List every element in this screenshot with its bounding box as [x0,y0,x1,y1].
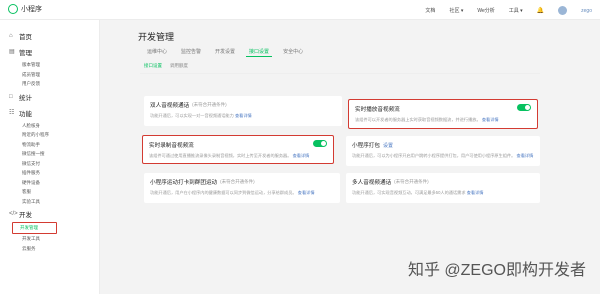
nav-docs[interactable]: 文档 [425,7,435,14]
sidebar-section-dev[interactable]: </> 开发 [0,206,99,222]
sidebar-item-lab[interactable]: 实验工具 [0,197,99,207]
nav-analytics[interactable]: We分析 [477,7,494,14]
card-desc: 功能开通后，可以为小程序开启用户跳转小程序提供打包，用户可使用小程序原生组件。 [352,153,516,158]
folder-icon: ▤ [9,49,15,55]
code-icon: </> [9,211,18,217]
tab-ops[interactable]: 运维中心 [144,48,170,57]
sidebar-item-members[interactable]: 成员管理 [0,70,99,80]
top-nav: 文档 社区 ▾ We分析 工具 ▾ 🔔 zego [425,6,592,15]
subtab-quota[interactable]: 调用额度 [170,63,188,69]
sidebar-section-manage[interactable]: ▤ 管理 [0,44,99,60]
sidebar: ⌂ 首页 ▤ 管理 版本管理 成员管理 用户反馈 □ 统计 ☷ 功能 人脸核身 … [0,20,100,294]
card-desc: 功能开通后，可以实现一对一音视频通话能力 [150,113,234,118]
top-bar: 小程序 文档 社区 ▾ We分析 工具 ▾ 🔔 zego [0,0,600,20]
sidebar-item-cloud[interactable]: 云服务 [0,244,99,254]
tab-api-settings[interactable]: 接口设置 [246,48,273,57]
grid-icon: ☷ [9,109,15,116]
card-live-play: 实时播放音视频流 该组件可以开发者的服务器上实时获取音视频数据流，并进行播放。 … [348,99,538,129]
card-note: (未符合开通条件) [192,102,227,107]
live-play-toggle[interactable] [517,104,531,111]
card-title: 实时播放音视频流 [355,107,400,113]
card-desc: 功能开通后，用户在小程序内的健康数据可以同步到微信运动，分享给群成员。 [150,190,297,195]
sidebar-section-home[interactable]: ⌂ 首页 [0,28,99,44]
sidebar-item-dev-tools[interactable]: 开发工具 [0,234,99,244]
sidebar-item-dev-manage[interactable]: 开发管理 [12,222,57,234]
main-content: 开发管理 运维中心 监控告警 开发设置 接口设置 安全中心 接口设置 调用额度 … [100,20,600,294]
card-desc: 该组件可通过使用直播推流录像头录制音视频，实时上传至开发者的服务器。 [149,153,292,158]
settings-link[interactable]: 设置 [383,142,393,149]
chart-icon: □ [9,93,13,100]
home-icon: ⌂ [9,33,13,39]
sidebar-item-face[interactable]: 人脸核身 [0,121,99,131]
sidebar-section-features[interactable]: ☷ 功能 [0,105,99,121]
card-dual-call: 双人音视频通话 (未符合开通条件) 功能开通后，可以实现一对一音视频通话能力 查看… [144,96,342,126]
subtab-api[interactable]: 接口设置 [144,63,162,69]
card-note: (未符合开通条件) [394,179,429,184]
card-desc: 功能开通后，可实现音视频互动，可满足最多50人的通话需求 [352,190,466,195]
nav-community[interactable]: 社区 ▾ [449,7,463,14]
details-link[interactable]: 查看详情 [482,117,499,122]
sidebar-item-pay[interactable]: 微信支付 [0,159,99,169]
card-title: 多人音视频通话 [352,180,392,186]
username[interactable]: zego [581,8,592,14]
sidebar-section-stats[interactable]: □ 统计 [0,89,99,105]
subtab-bar: 接口设置 调用额度 [140,59,540,74]
card-note: (未符合开通条件) [220,179,255,184]
sidebar-item-hardware[interactable]: 硬件设备 [0,178,99,188]
app-name: 小程序 [21,6,42,13]
card-desc: 该组件可以开发者的服务器上实时获取音视频数据流，并进行播放。 [355,117,481,122]
sidebar-item-service[interactable]: 客服 [0,187,99,197]
sidebar-item-version[interactable]: 版本管理 [0,60,99,70]
card-package: 小程序打包 设置 功能开通后，可以为小程序开启用户跳转小程序提供打包，用户可使用小… [346,136,540,166]
live-record-toggle[interactable] [313,140,327,147]
card-title: 小程序打包 [352,143,380,149]
details-link[interactable]: 查看详情 [293,153,310,158]
details-link[interactable]: 查看详情 [517,153,534,158]
sidebar-item-search[interactable]: 微信搜一搜 [0,149,99,159]
app-logo[interactable]: 小程序 [8,4,42,14]
sidebar-item-logistics[interactable]: 物流助手 [0,140,99,150]
card-title: 双人音视频通话 [150,103,190,109]
tab-security[interactable]: 安全中心 [280,48,306,57]
card-live-record: 实时录制音视频流 该组件可通过使用直播推流录像头录制音视频，实时上传至开发者的服… [142,135,334,164]
sidebar-item-feedback[interactable]: 用户反馈 [0,79,99,89]
card-sport: 小程序运动打卡到群团运动 (未符合开通条件) 功能开通后，用户在小程序内的健康数据… [144,173,340,203]
mini-program-logo-icon [8,4,18,14]
tab-dev-settings[interactable]: 开发设置 [212,48,238,57]
sidebar-item-plugins[interactable]: 插件服务 [0,168,99,178]
details-link[interactable]: 查看详情 [467,190,484,195]
tab-monitor[interactable]: 监控告警 [178,48,204,57]
card-title: 小程序运动打卡到群团运动 [150,180,218,186]
card-title: 实时录制音视频流 [149,143,194,149]
details-link[interactable]: 查看详情 [298,190,315,195]
bell-icon[interactable]: 🔔 [537,7,544,14]
watermark: 知乎 @ZEGO即构开发者 [407,262,586,279]
page-title: 开发管理 [138,32,175,42]
details-link[interactable]: 查看详情 [235,113,252,118]
avatar[interactable] [558,6,568,15]
sidebar-item-nearby[interactable]: 附近的小程序 [0,130,99,140]
nav-tools[interactable]: 工具 ▾ [509,7,523,14]
card-multi-call: 多人音视频通话 (未符合开通条件) 功能开通后，可实现音视频互动，可满足最多50人… [346,173,540,203]
tab-bar: 运维中心 监控告警 开发设置 接口设置 安全中心 [144,48,306,57]
